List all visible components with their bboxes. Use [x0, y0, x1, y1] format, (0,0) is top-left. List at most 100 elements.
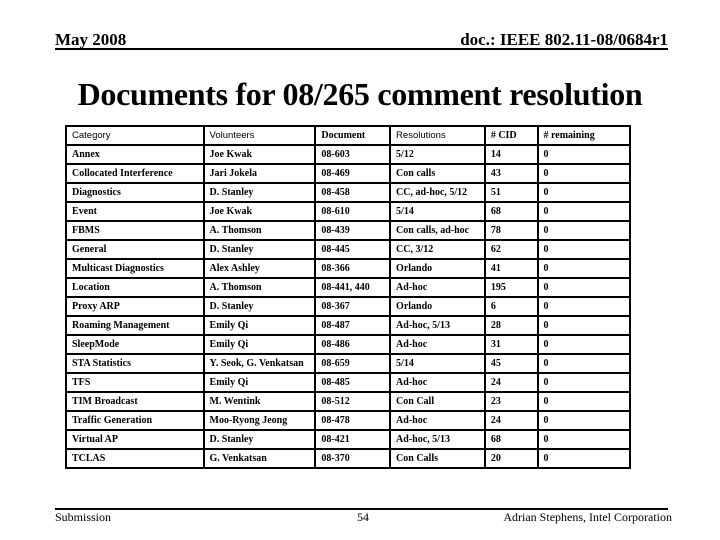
column-header-remaining: # remaining	[536, 125, 631, 146]
cell-document: 08-439	[314, 220, 392, 241]
documents-table: Category Volunteers Document Resolutions…	[65, 125, 631, 469]
table-row: Diagnostics D. Stanley 08-458 CC, ad-hoc, 5…	[65, 182, 631, 203]
cell-category: STA Statistics	[65, 353, 205, 374]
cell-volunteers: D. Stanley	[202, 239, 317, 260]
footer-author: Adrian Stephens, Intel Corporation	[503, 510, 672, 524]
cell-volunteers: D. Stanley	[202, 429, 317, 450]
cell-remaining: 0	[536, 220, 631, 241]
cell-cid: 195	[483, 277, 539, 298]
cell-remaining: 0	[536, 144, 631, 165]
cell-document: 08-441, 440	[314, 277, 392, 298]
cell-category: FBMS	[65, 220, 205, 241]
cell-cid: 68	[483, 429, 539, 450]
cell-resolutions: Ad-hoc	[389, 334, 486, 355]
cell-cid: 78	[483, 220, 539, 241]
table-row: Virtual AP D. Stanley 08-421 Ad-hoc, 5/13 68…	[65, 429, 631, 450]
cell-resolutions: Ad-hoc, 5/13	[389, 429, 486, 450]
table-row: Proxy ARP D. Stanley 08-367 Orlando 6 0	[65, 296, 631, 317]
cell-resolutions: Orlando	[389, 296, 486, 317]
cell-volunteers: G. Venkatsan	[202, 448, 317, 469]
cell-cid: 20	[483, 448, 539, 469]
cell-remaining: 0	[536, 410, 631, 431]
cell-document: 08-610	[314, 201, 392, 222]
table-row: SleepMode Emily Qi 08-486 Ad-hoc 31 0	[65, 334, 631, 355]
column-header-category: Category	[65, 125, 205, 146]
cell-category: Traffic Generation	[65, 410, 205, 431]
page-number: 54	[357, 510, 369, 524]
cell-resolutions: 5/14	[389, 201, 486, 222]
cell-category: TCLAS	[65, 448, 205, 469]
cell-remaining: 0	[536, 182, 631, 203]
cell-volunteers: A. Thomson	[202, 220, 317, 241]
cell-cid: 14	[483, 144, 539, 165]
cell-volunteers: Y. Seok, G. Venkatsan	[202, 353, 317, 374]
cell-category: General	[65, 239, 205, 260]
cell-document: 08-370	[314, 448, 392, 469]
cell-category: Annex	[65, 144, 205, 165]
cell-category: Roaming Management	[65, 315, 205, 336]
cell-category: SleepMode	[65, 334, 205, 355]
cell-remaining: 0	[536, 372, 631, 393]
header-rule	[55, 48, 668, 50]
table-row: TIM Broadcast M. Wentink 08-512 Con Call 23 0	[65, 391, 631, 412]
cell-document: 08-512	[314, 391, 392, 412]
slide-title: Documents for 08/265 comment resolution	[77, 76, 643, 112]
cell-document: 08-485	[314, 372, 392, 393]
cell-resolutions: Con Call	[389, 391, 486, 412]
cell-resolutions: 5/12	[389, 144, 486, 165]
cell-resolutions: CC, 3/12	[389, 239, 486, 260]
cell-resolutions: Con calls, ad-hoc	[389, 220, 486, 241]
cell-document: 08-421	[314, 429, 392, 450]
table-row: Collocated Interference Jari Jokela 08-469…	[65, 163, 631, 184]
column-header-volunteers: Volunteers	[202, 125, 317, 146]
cell-remaining: 0	[536, 201, 631, 222]
column-header-resolutions: Resolutions	[389, 125, 486, 146]
cell-resolutions: Ad-hoc, 5/13	[389, 315, 486, 336]
cell-resolutions: Orlando	[389, 258, 486, 279]
cell-volunteers: Alex Ashley	[202, 258, 317, 279]
cell-document: 08-487	[314, 315, 392, 336]
table-row: TCLAS G. Venkatsan 08-370 Con Calls 20 0	[65, 448, 631, 469]
cell-category: TFS	[65, 372, 205, 393]
cell-remaining: 0	[536, 315, 631, 336]
cell-cid: 23	[483, 391, 539, 412]
header-date: May 2008	[55, 30, 127, 49]
cell-cid: 51	[483, 182, 539, 203]
cell-cid: 41	[483, 258, 539, 279]
cell-volunteers: A. Thomson	[202, 277, 317, 298]
cell-volunteers: M. Wentink	[202, 391, 317, 412]
cell-volunteers: Moo-Ryong Jeong	[202, 410, 317, 431]
cell-resolutions: Ad-hoc	[389, 410, 486, 431]
cell-cid: 68	[483, 201, 539, 222]
table-row: Roaming Management Emily Qi 08-487 Ad-hoc, …	[65, 315, 631, 336]
cell-cid: 24	[483, 372, 539, 393]
cell-document: 08-659	[314, 353, 392, 374]
cell-resolutions: Con calls	[389, 163, 486, 184]
table-row: General D. Stanley 08-445 CC, 3/12 62 0	[65, 239, 631, 260]
cell-cid: 28	[483, 315, 539, 336]
cell-resolutions: Ad-hoc	[389, 372, 486, 393]
cell-volunteers: D. Stanley	[202, 182, 317, 203]
cell-resolutions: Ad-hoc	[389, 277, 486, 298]
cell-document: 08-458	[314, 182, 392, 203]
cell-category: Proxy ARP	[65, 296, 205, 317]
cell-remaining: 0	[536, 391, 631, 412]
cell-category: TIM Broadcast	[65, 391, 205, 412]
cell-resolutions: Con Calls	[389, 448, 486, 469]
cell-remaining: 0	[536, 296, 631, 317]
cell-remaining: 0	[536, 448, 631, 469]
cell-category: Event	[65, 201, 205, 222]
cell-remaining: 0	[536, 258, 631, 279]
cell-category: Collocated Interference	[65, 163, 205, 184]
cell-category: Virtual AP	[65, 429, 205, 450]
cell-volunteers: Emily Qi	[202, 334, 317, 355]
cell-volunteers: D. Stanley	[202, 296, 317, 317]
cell-document: 08-478	[314, 410, 392, 431]
table-row: Annex Joe Kwak 08-603 5/12 14 0	[65, 144, 631, 165]
cell-document: 08-367	[314, 296, 392, 317]
table-row: Multicast Diagnostics Alex Ashley 08-366 Or…	[65, 258, 631, 279]
cell-volunteers: Emily Qi	[202, 372, 317, 393]
cell-category: Location	[65, 277, 205, 298]
table-row: TFS Emily Qi 08-485 Ad-hoc 24 0	[65, 372, 631, 393]
cell-document: 08-486	[314, 334, 392, 355]
